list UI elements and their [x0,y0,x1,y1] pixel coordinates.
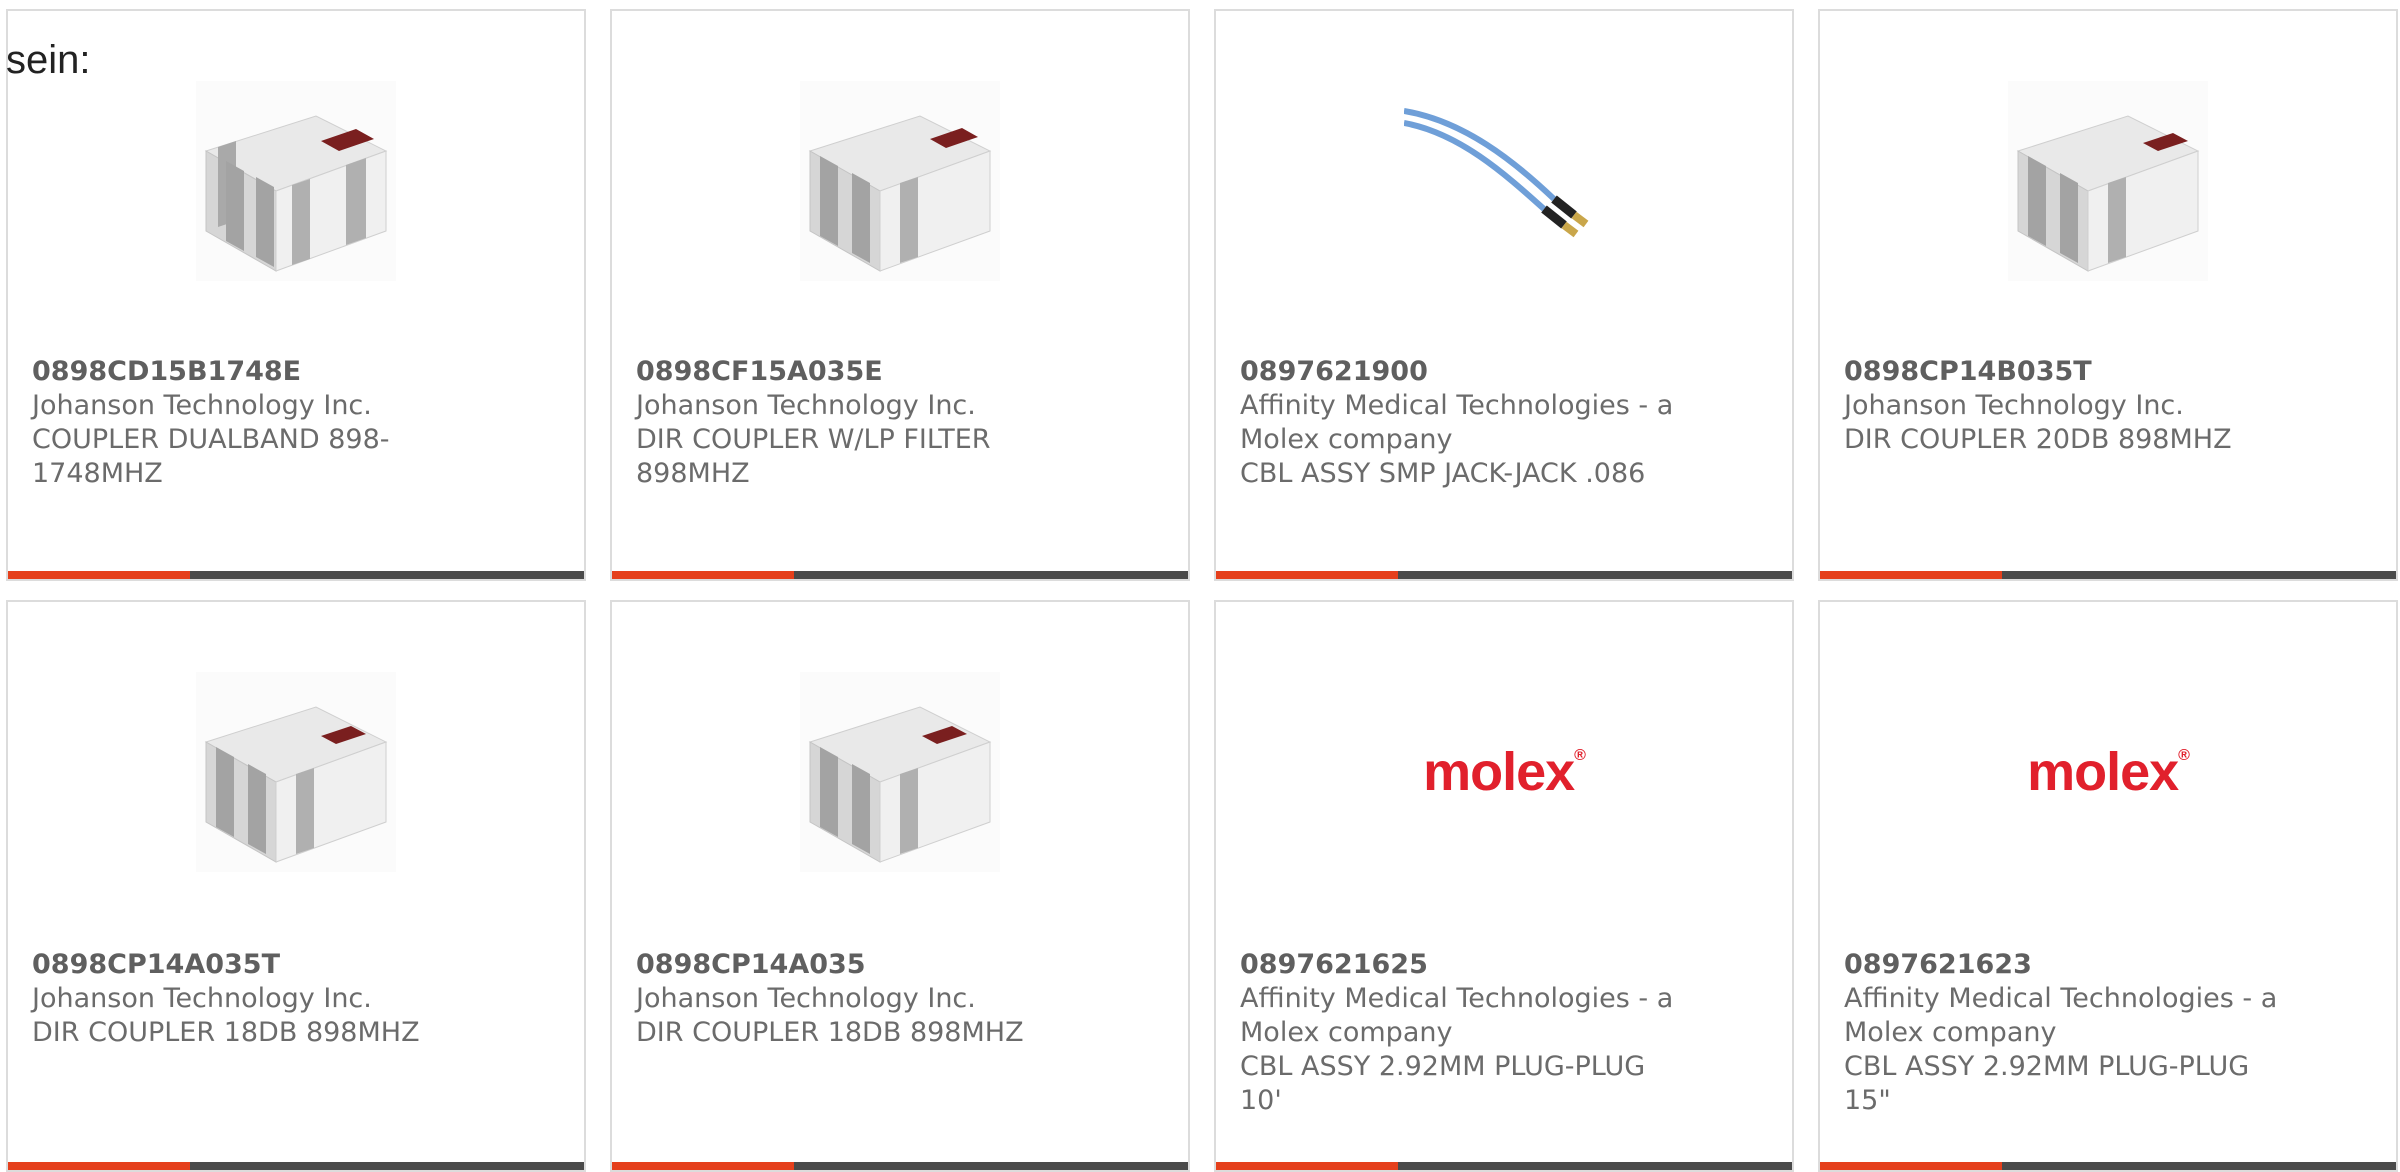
product-card[interactable]: 0898CF15A035E Johanson Technology Inc. D… [610,9,1190,581]
description-line: 898MHZ [636,458,750,489]
part-number[interactable]: 0897621625 [1240,948,1680,982]
product-grid: 0898CD15B1748E Johanson Technology Inc. … [6,9,2398,1172]
product-image[interactable] [196,672,396,872]
product-image[interactable] [2008,81,2208,281]
product-info: 0898CP14A035T Johanson Technology Inc. D… [32,948,472,1050]
chip-coupler-image [204,706,388,863]
intro-text: sein: [6,38,91,82]
part-number[interactable]: 0897621900 [1240,355,1680,389]
product-card[interactable]: 0898CP14B035T Johanson Technology Inc. D… [1818,9,2398,581]
description-line: 10' [1240,1085,1282,1116]
description-line: 1748MHZ [32,458,163,489]
description-line: 15" [1844,1085,1891,1116]
manufacturer: Johanson Technology Inc. [32,983,372,1014]
description-line: DIR COUPLER 18DB 898MHZ [636,1017,1024,1048]
manufacturer-line: Affinity Medical Technologies - a [1240,390,1674,421]
product-image[interactable] [1404,81,1604,281]
manufacturer: Johanson Technology Inc. [636,983,976,1014]
product-card[interactable]: 0897621900 Affinity Medical Technologies… [1214,9,1794,581]
product-image[interactable]: molex® [2008,672,2208,872]
description-line: CBL ASSY 2.92MM PLUG-PLUG [1240,1051,1646,1082]
card-bar-accent [612,1162,794,1170]
product-info: 0897621900 Affinity Medical Technologies… [1240,355,1680,491]
registered-mark-icon: ® [1574,747,1586,764]
product-card[interactable]: molex® 0897621623 Affinity Medical Techn… [1818,600,2398,1172]
card-bar-accent [1820,1162,2002,1170]
product-card[interactable]: molex® 0897621625 Affinity Medical Techn… [1214,600,1794,1172]
manufacturer: Johanson Technology Inc. [32,390,372,421]
molex-logo-text: molex [1423,742,1575,802]
chip-coupler-image [808,115,992,272]
description-line: DIR COUPLER 18DB 898MHZ [32,1017,420,1048]
description-line: DIR COUPLER W/LP FILTER [636,424,991,455]
product-info: 0898CP14A035 Johanson Technology Inc. DI… [636,948,1076,1050]
product-image[interactable]: molex® [1404,672,1604,872]
part-number[interactable]: 0897621623 [1844,948,2284,982]
manufacturer-line: Affinity Medical Technologies - a [1844,983,2278,1014]
product-card[interactable]: 0898CD15B1748E Johanson Technology Inc. … [6,9,586,581]
product-info: 0897621623 Affinity Medical Technologies… [1844,948,2284,1118]
part-number[interactable]: 0898CF15A035E [636,355,1076,389]
card-bar-accent [8,571,190,579]
product-card[interactable]: 0898CP14A035 Johanson Technology Inc. DI… [610,600,1190,1172]
cable-assembly-image [1404,108,1589,238]
product-image[interactable] [196,81,396,281]
product-image[interactable] [800,81,1000,281]
card-bar-accent [612,571,794,579]
chip-coupler-image [2016,115,2200,272]
chip-coupler-image [808,706,992,863]
card-bar-accent [1216,571,1398,579]
chip-coupler-image [204,115,388,272]
description-line: COUPLER DUALBAND 898- [32,424,390,455]
manufacturer-line: Affinity Medical Technologies - a [1240,983,1674,1014]
part-number[interactable]: 0898CP14A035T [32,948,472,982]
description-line: DIR COUPLER 20DB 898MHZ [1844,424,2232,455]
manufacturer: Johanson Technology Inc. [1844,390,2184,421]
manufacturer-line: Molex company [1240,1017,1453,1048]
registered-mark-icon: ® [2178,747,2190,764]
description-line: CBL ASSY SMP JACK-JACK .086 [1240,458,1646,489]
product-info: 0898CP14B035T Johanson Technology Inc. D… [1844,355,2284,457]
product-image[interactable] [800,672,1000,872]
part-number[interactable]: 0898CD15B1748E [32,355,472,389]
product-card[interactable]: 0898CP14A035T Johanson Technology Inc. D… [6,600,586,1172]
description-line: CBL ASSY 2.92MM PLUG-PLUG [1844,1051,2250,1082]
product-info: 0898CF15A035E Johanson Technology Inc. D… [636,355,1076,491]
product-info: 0897621625 Affinity Medical Technologies… [1240,948,1680,1118]
manufacturer-line: Molex company [1844,1017,2057,1048]
molex-logo: molex® [2027,741,2190,803]
part-number[interactable]: 0898CP14B035T [1844,355,2284,389]
product-info: 0898CD15B1748E Johanson Technology Inc. … [32,355,472,491]
card-bar-accent [1216,1162,1398,1170]
part-number[interactable]: 0898CP14A035 [636,948,1076,982]
card-bar-accent [8,1162,190,1170]
molex-logo: molex® [1423,741,1586,803]
card-bar-accent [1820,571,2002,579]
molex-logo-text: molex [2027,742,2179,802]
manufacturer: Johanson Technology Inc. [636,390,976,421]
manufacturer-line: Molex company [1240,424,1453,455]
